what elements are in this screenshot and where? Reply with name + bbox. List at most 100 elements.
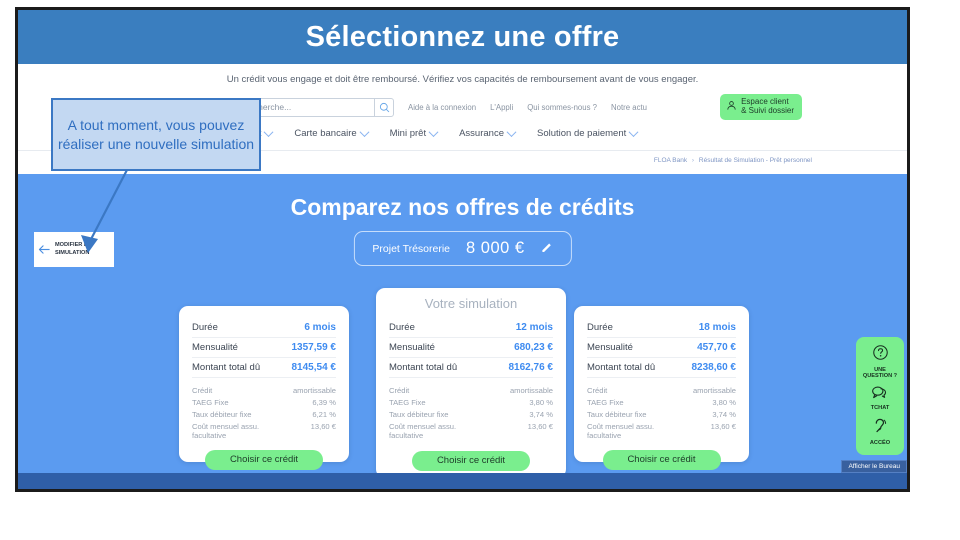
- utility-link-appli[interactable]: L'Appli: [490, 103, 513, 112]
- detail-label: TAEG Fixe: [587, 397, 624, 407]
- nav-item-carte-bancaire[interactable]: Carte bancaire: [294, 126, 370, 139]
- show-desktop-tooltip: Afficher le Bureau: [841, 460, 907, 473]
- nav-item-assurance[interactable]: Assurance: [459, 126, 517, 139]
- offer-details: Crédit amortissable TAEG Fixe 3,80 % Tau…: [389, 384, 553, 441]
- detail-row-taux-debiteur: Taux débiteur fixe 6,21 %: [192, 408, 336, 420]
- screenshot-stage: Sélectionnez une offre Un crédit vous en…: [0, 0, 960, 540]
- offers-section: Comparez nos offres de crédits Projet Tr…: [18, 174, 907, 489]
- detail-label: Crédit: [587, 385, 608, 395]
- row-value: 6 mois: [304, 322, 336, 333]
- offer-row-montant-total: Montant total dû 8145,54 €: [192, 358, 336, 378]
- offer-card-6-mois[interactable]: Durée 6 mois Mensualité 1357,59 € Montan…: [179, 306, 349, 470]
- utility-link-qui-sommes-nous[interactable]: Qui sommes-nous ?: [527, 103, 597, 112]
- row-label: Mensualité: [192, 342, 238, 353]
- row-value: 1357,59 €: [291, 342, 337, 353]
- main-nav: Crédit Carte bancaire Mini prêt Assuranc…: [236, 122, 639, 144]
- nav-label: Assurance: [459, 127, 504, 139]
- help-rail-item-acceo[interactable]: ACCÉO: [870, 417, 890, 447]
- row-label: Durée: [587, 322, 613, 333]
- page-title: Sélectionnez une offre: [305, 20, 620, 53]
- detail-value: 13,60 €: [527, 421, 553, 431]
- arrow-left-icon: [38, 243, 51, 256]
- detail-row-credit: Crédit amortissable: [587, 384, 736, 396]
- offer-details: Crédit amortissable TAEG Fixe 6,39 % Tau…: [192, 384, 336, 441]
- row-label: Mensualité: [587, 342, 633, 353]
- help-rail-item-tchat[interactable]: TCHAT: [870, 385, 890, 413]
- breadcrumb-root[interactable]: FLOA Bank: [654, 157, 687, 164]
- question-circle-icon: [872, 344, 889, 366]
- chevron-down-icon: [359, 126, 370, 137]
- choose-credit-button[interactable]: Choisir ce crédit: [412, 450, 530, 471]
- offer-details: Crédit amortissable TAEG Fixe 3,80 % Tau…: [587, 384, 736, 441]
- detail-value: 3,74 %: [529, 409, 553, 419]
- assurance-note: facultative: [587, 431, 622, 440]
- choose-credit-button[interactable]: Choisir ce crédit: [205, 449, 323, 470]
- project-amount: 8 000 €: [466, 239, 525, 257]
- user-icon: [726, 98, 737, 116]
- page-banner: Sélectionnez une offre: [18, 10, 907, 64]
- detail-label: TAEG Fixe: [389, 397, 426, 407]
- row-value: 457,70 €: [697, 342, 736, 353]
- breadcrumb-current: Résultat de Simulation - Prêt personnel: [698, 157, 812, 164]
- chevron-down-icon: [506, 126, 517, 137]
- help-rail-item-question[interactable]: UNE QUESTION ?: [863, 344, 897, 380]
- detail-label: Taux débiteur fixe: [389, 409, 449, 419]
- detail-row-taeg: TAEG Fixe 6,39 %: [192, 396, 336, 408]
- breadcrumb: FLOA Bank › Résultat de Simulation - Prê…: [654, 157, 812, 164]
- nav-label: Mini prêt: [389, 127, 427, 139]
- offer-row-mensualite: Mensualité 457,70 €: [587, 338, 736, 358]
- modifier-la-simulation-button[interactable]: MODIFIER LA SIMULATION: [34, 232, 114, 267]
- project-summary-pill[interactable]: Projet Trésorerie 8 000 €: [353, 231, 572, 266]
- offer-card-18-mois[interactable]: Durée 18 mois Mensualité 457,70 € Montan…: [574, 306, 749, 470]
- utility-link-aide[interactable]: Aide à la connexion: [408, 103, 476, 112]
- modifier-label: MODIFIER LA SIMULATION: [55, 242, 92, 256]
- utility-link-notre-actu[interactable]: Notre actu: [611, 103, 647, 112]
- pencil-icon[interactable]: [541, 240, 553, 258]
- ear-accessibility-icon: [871, 417, 888, 439]
- detail-row-taeg: TAEG Fixe 3,80 %: [587, 396, 736, 408]
- offer-cards: Durée 6 mois Mensualité 1357,59 € Montan…: [18, 288, 907, 489]
- detail-value: 13,60 €: [310, 421, 336, 431]
- section-heading: Comparez nos offres de crédits: [290, 194, 635, 220]
- detail-value: amortissable: [292, 385, 336, 395]
- row-value: 8238,60 €: [691, 362, 737, 373]
- detail-value: 3,74 %: [712, 409, 736, 419]
- choose-credit-button[interactable]: Choisir ce crédit: [602, 449, 721, 470]
- offer-row-duree: Durée 6 mois: [192, 318, 336, 338]
- detail-label: Crédit: [389, 385, 410, 395]
- help-rail-label: UNE QUESTION ?: [862, 366, 898, 379]
- detail-row-taeg: TAEG Fixe 3,80 %: [389, 396, 553, 408]
- detail-label: Crédit: [192, 385, 213, 395]
- annotation-callout: A tout moment, vous pouvez réaliser une …: [51, 98, 261, 171]
- chevron-down-icon: [428, 126, 439, 137]
- help-rail-label: TCHAT: [870, 405, 890, 412]
- offer-row-montant-total: Montant total dû 8162,76 €: [389, 358, 553, 378]
- detail-label: TAEG Fixe: [192, 397, 229, 407]
- nav-item-mini-pret[interactable]: Mini prêt: [389, 126, 439, 139]
- browser-frame: Sélectionnez une offre Un crédit vous en…: [15, 7, 910, 492]
- legal-disclaimer: Un crédit vous engage et doit être rembo…: [226, 74, 699, 85]
- assurance-note: facultative: [192, 431, 227, 440]
- offer-row-mensualite: Mensualité 680,23 €: [389, 338, 553, 358]
- row-label: Montant total dû: [192, 362, 261, 373]
- detail-value: 3,80 %: [712, 397, 736, 407]
- offer-row-mensualite: Mensualité 1357,59 €: [192, 338, 336, 358]
- row-label: Mensualité: [389, 342, 435, 353]
- offer-card-12-mois[interactable]: Votre simulation Durée 12 mois Mensualit…: [376, 288, 566, 478]
- detail-row-taux-debiteur: Taux débiteur fixe 3,74 %: [389, 408, 553, 420]
- nav-item-solution-de-paiement[interactable]: Solution de paiement: [537, 126, 639, 139]
- offer-row-duree: Durée 18 mois: [587, 318, 736, 338]
- espace-client-button[interactable]: Espace client & Suivi dossier: [720, 94, 802, 120]
- offer-row-montant-total: Montant total dû 8238,60 €: [587, 358, 736, 378]
- detail-label: Taux débiteur fixe: [587, 409, 647, 419]
- detail-label: Coût mensuel assu.: [192, 421, 260, 431]
- offer-row-duree: Durée 12 mois: [389, 318, 553, 338]
- taskbar: [18, 473, 907, 489]
- search-icon[interactable]: [375, 102, 393, 113]
- detail-value: amortissable: [509, 385, 553, 395]
- espace-client-line2: & Suivi dossier: [741, 106, 794, 115]
- detail-row-credit: Crédit amortissable: [192, 384, 336, 396]
- row-value: 12 mois: [515, 322, 553, 333]
- row-label: Montant total dû: [389, 362, 458, 373]
- row-value: 18 mois: [698, 322, 736, 333]
